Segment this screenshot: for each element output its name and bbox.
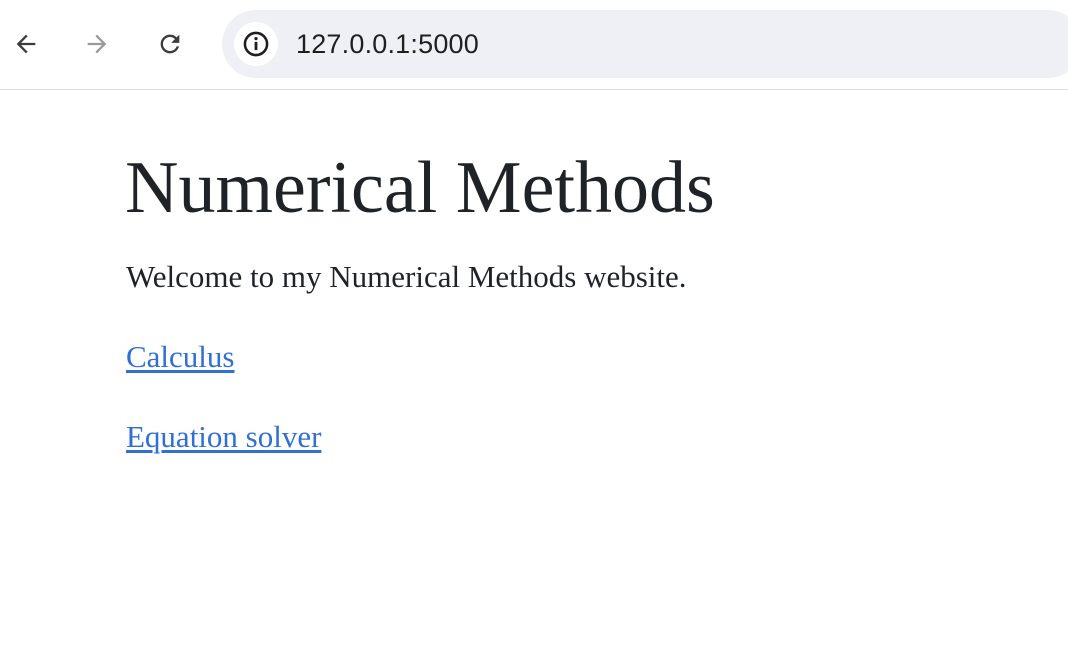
forward-button[interactable] — [77, 24, 117, 64]
browser-toolbar: 127.0.0.1:5000 — [0, 0, 1068, 90]
calculus-link[interactable]: Calculus — [126, 337, 235, 377]
url-text[interactable]: 127.0.0.1:5000 — [296, 27, 479, 61]
intro-text: Welcome to my Numerical Methods website. — [126, 259, 687, 294]
reload-icon — [160, 34, 180, 54]
address-bar[interactable]: 127.0.0.1:5000 — [222, 10, 1068, 78]
arrow-right-icon — [87, 34, 107, 54]
arrow-left-icon — [16, 34, 36, 54]
reload-button[interactable] — [150, 24, 190, 64]
equation-solver-link[interactable]: Equation solver — [126, 417, 321, 457]
site-info-button[interactable] — [234, 22, 278, 66]
info-icon — [243, 31, 269, 57]
back-button[interactable] — [6, 24, 46, 64]
page-title: Numerical Methods — [125, 147, 715, 229]
page-content: Numerical Methods Welcome to my Numerica… — [0, 91, 1068, 664]
